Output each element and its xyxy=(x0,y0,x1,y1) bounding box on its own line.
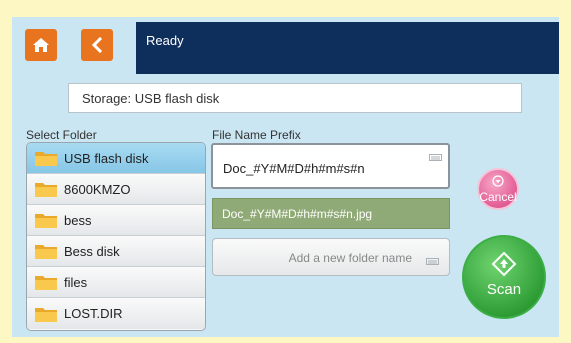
folder-list[interactable]: USB flash disk 8600KMZO bess Bess disk f… xyxy=(26,142,206,331)
file-name-prefix-input[interactable]: Doc_#Y#M#D#h#m#s#n xyxy=(211,143,450,189)
folder-item-label: LOST.DIR xyxy=(64,306,123,321)
folder-item[interactable]: files xyxy=(27,267,205,298)
new-folder-input[interactable]: Add a new folder name xyxy=(212,238,450,276)
storage-label: Storage: USB flash disk xyxy=(82,91,220,106)
status-bar: Ready xyxy=(136,22,559,74)
keyboard-icon xyxy=(426,254,439,265)
folder-item[interactable]: USB flash disk xyxy=(27,143,205,174)
cancel-button[interactable]: Cancel xyxy=(477,168,519,210)
new-folder-placeholder: Add a new folder name xyxy=(288,251,412,265)
chevron-left-icon xyxy=(91,37,103,53)
folder-icon xyxy=(34,273,58,291)
folder-icon xyxy=(34,149,58,167)
back-button[interactable] xyxy=(81,29,113,61)
cancel-label: Cancel xyxy=(479,190,517,204)
scan-label: Scan xyxy=(486,281,522,298)
folder-item-label: 8600KMZO xyxy=(64,181,131,197)
storage-field[interactable]: Storage: USB flash disk xyxy=(68,83,522,113)
folder-icon xyxy=(34,305,58,323)
folder-item[interactable]: Bess disk xyxy=(27,236,205,267)
folder-item[interactable]: bess xyxy=(27,205,205,236)
folder-item[interactable]: 8600KMZO xyxy=(27,174,205,205)
folder-item[interactable]: LOST.DIR xyxy=(27,298,205,329)
keyboard-icon xyxy=(429,149,442,161)
folder-item-label: files xyxy=(64,274,88,290)
folder-icon xyxy=(34,180,58,198)
status-text: Ready xyxy=(146,33,184,48)
chevron-down-circle-icon xyxy=(479,175,517,190)
file-name-prefix-label: File Name Prefix xyxy=(212,128,301,142)
select-folder-label: Select Folder xyxy=(26,128,97,142)
home-icon xyxy=(32,37,50,53)
folder-icon xyxy=(34,211,58,229)
folder-item-label: Bess disk xyxy=(64,243,120,259)
file-name-preview-text: Doc_#Y#M#D#h#m#s#n.jpg xyxy=(222,207,373,221)
diamond-arrow-icon xyxy=(464,251,544,281)
file-name-preview: Doc_#Y#M#D#h#m#s#n.jpg xyxy=(212,198,450,229)
file-name-prefix-value: Doc_#Y#M#D#h#m#s#n xyxy=(223,161,365,176)
folder-item-label: bess xyxy=(64,212,92,228)
scan-button[interactable]: Scan xyxy=(462,235,546,319)
home-button[interactable] xyxy=(25,29,57,61)
folder-item-label: USB flash disk xyxy=(64,150,149,166)
folder-icon xyxy=(34,242,58,260)
